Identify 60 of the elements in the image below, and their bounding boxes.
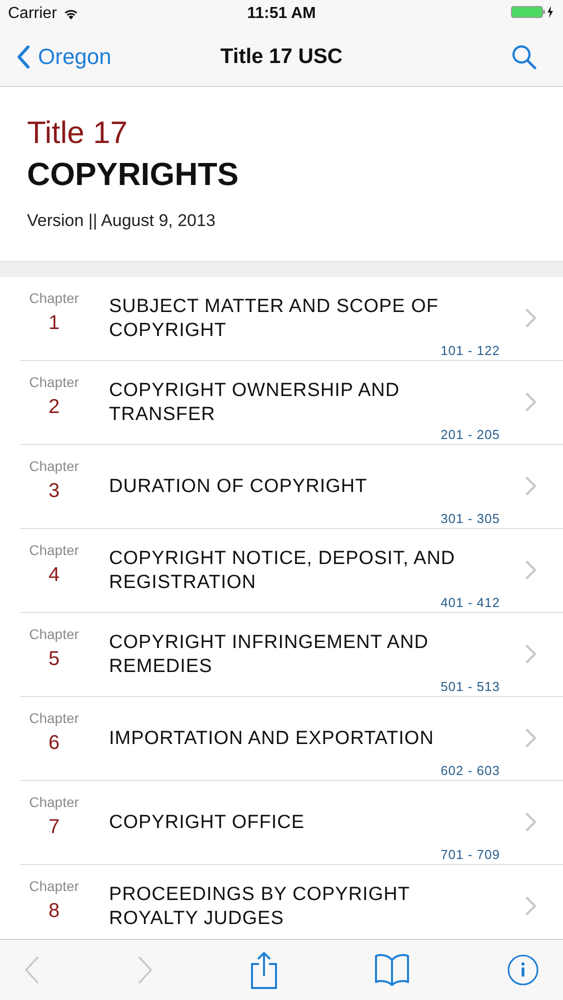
- chapter-title: COPYRIGHT OWNERSHIP AND TRANSFER: [109, 378, 401, 426]
- status-time: 11:51 AM: [247, 5, 316, 23]
- chapter-label: Chapter: [29, 710, 79, 726]
- chapter-number: 6: [48, 732, 60, 755]
- section-range: 301 - 305: [440, 511, 500, 526]
- nav-title: Title 17 USC: [220, 45, 343, 69]
- chapter-number: 3: [48, 480, 60, 503]
- chapter-number: 7: [48, 816, 60, 839]
- chapter-label: Chapter: [29, 374, 79, 390]
- share-icon[interactable]: [250, 951, 278, 989]
- chevron-icon: [525, 476, 537, 496]
- chapter-label: Chapter: [29, 458, 79, 474]
- chapter-row[interactable]: Chapter 5 COPYRIGHT INFRINGEMENT AND REMEDIES 501 - 513: [20, 613, 563, 697]
- chapter-label: Chapter: [29, 878, 79, 894]
- chapter-number: 5: [48, 648, 60, 671]
- book-icon[interactable]: [374, 953, 410, 987]
- chevron-icon: [525, 392, 537, 412]
- chapter-title: SUBJECT MATTER AND SCOPE OF COPYRIGHT: [109, 294, 440, 342]
- section-range: 201 - 205: [440, 427, 500, 442]
- battery-icon: [511, 4, 555, 18]
- chapter-row[interactable]: Chapter 1 SUBJECT MATTER AND SCOPE OF COPYRIGHT 101 - 122: [20, 277, 563, 361]
- chevron-icon: [525, 812, 537, 832]
- chevron-icon: [525, 728, 537, 748]
- chapter-row[interactable]: Chapter 4 COPYRIGHT NOTICE, DEPOSIT, AND REGISTRATION 401 - 412: [20, 529, 563, 613]
- chapter-number: 4: [48, 564, 60, 587]
- chapter-title: COPYRIGHT INFRINGEMENT AND REMEDIES: [109, 630, 430, 678]
- chapter-number: 1: [48, 312, 60, 335]
- chapter-number: 8: [48, 900, 60, 923]
- chevron-left-icon: [16, 45, 30, 69]
- chapter-label: Chapter: [29, 290, 79, 306]
- chevron-icon: [525, 644, 537, 664]
- chapter-title: COPYRIGHT OFFICE: [109, 810, 306, 834]
- chapter-title: COPYRIGHT NOTICE, DEPOSIT, AND REGISTRATION: [109, 546, 456, 594]
- search-icon[interactable]: [511, 44, 537, 70]
- section-range: 101 - 122: [440, 343, 500, 358]
- chapter-row[interactable]: Chapter 6 IMPORTATION AND EXPORTATION 602 - 603: [20, 697, 563, 781]
- version-text: Version || August 9, 2013: [27, 211, 216, 231]
- section-range: 602 - 603: [440, 763, 500, 778]
- title-name: COPYRIGHTS: [27, 155, 240, 194]
- chapter-label: Chapter: [29, 794, 79, 810]
- chapter-number: 2: [48, 396, 60, 419]
- chapter-title: PROCEEDINGS BY COPYRIGHT ROYALTY JUDGES: [109, 882, 411, 930]
- chapter-row[interactable]: Chapter 7 COPYRIGHT OFFICE 701 - 709: [20, 781, 563, 865]
- title-number: Title 17: [27, 115, 129, 151]
- chapter-title: IMPORTATION AND EXPORTATION: [109, 726, 435, 750]
- chapter-row[interactable]: Chapter 2 COPYRIGHT OWNERSHIP AND TRANSFER 201 - 205: [20, 361, 563, 445]
- chevron-icon: [525, 308, 537, 328]
- info-icon[interactable]: [507, 954, 539, 986]
- chevron-icon: [525, 896, 537, 916]
- section-range: 701 - 709: [440, 847, 500, 862]
- carrier-label: Carrier: [8, 5, 57, 23]
- chapter-row[interactable]: Chapter 3 DURATION OF COPYRIGHT 301 - 305: [20, 445, 563, 529]
- chapter-title: DURATION OF COPYRIGHT: [109, 474, 368, 498]
- section-range: 401 - 412: [440, 595, 500, 610]
- back-link[interactable]: Oregon: [16, 44, 112, 70]
- chevron-icon: [525, 560, 537, 580]
- chapter-label: Chapter: [29, 542, 79, 558]
- chapter-label: Chapter: [29, 626, 79, 642]
- wifi-icon: [62, 8, 79, 20]
- section-range: 501 - 513: [440, 679, 500, 694]
